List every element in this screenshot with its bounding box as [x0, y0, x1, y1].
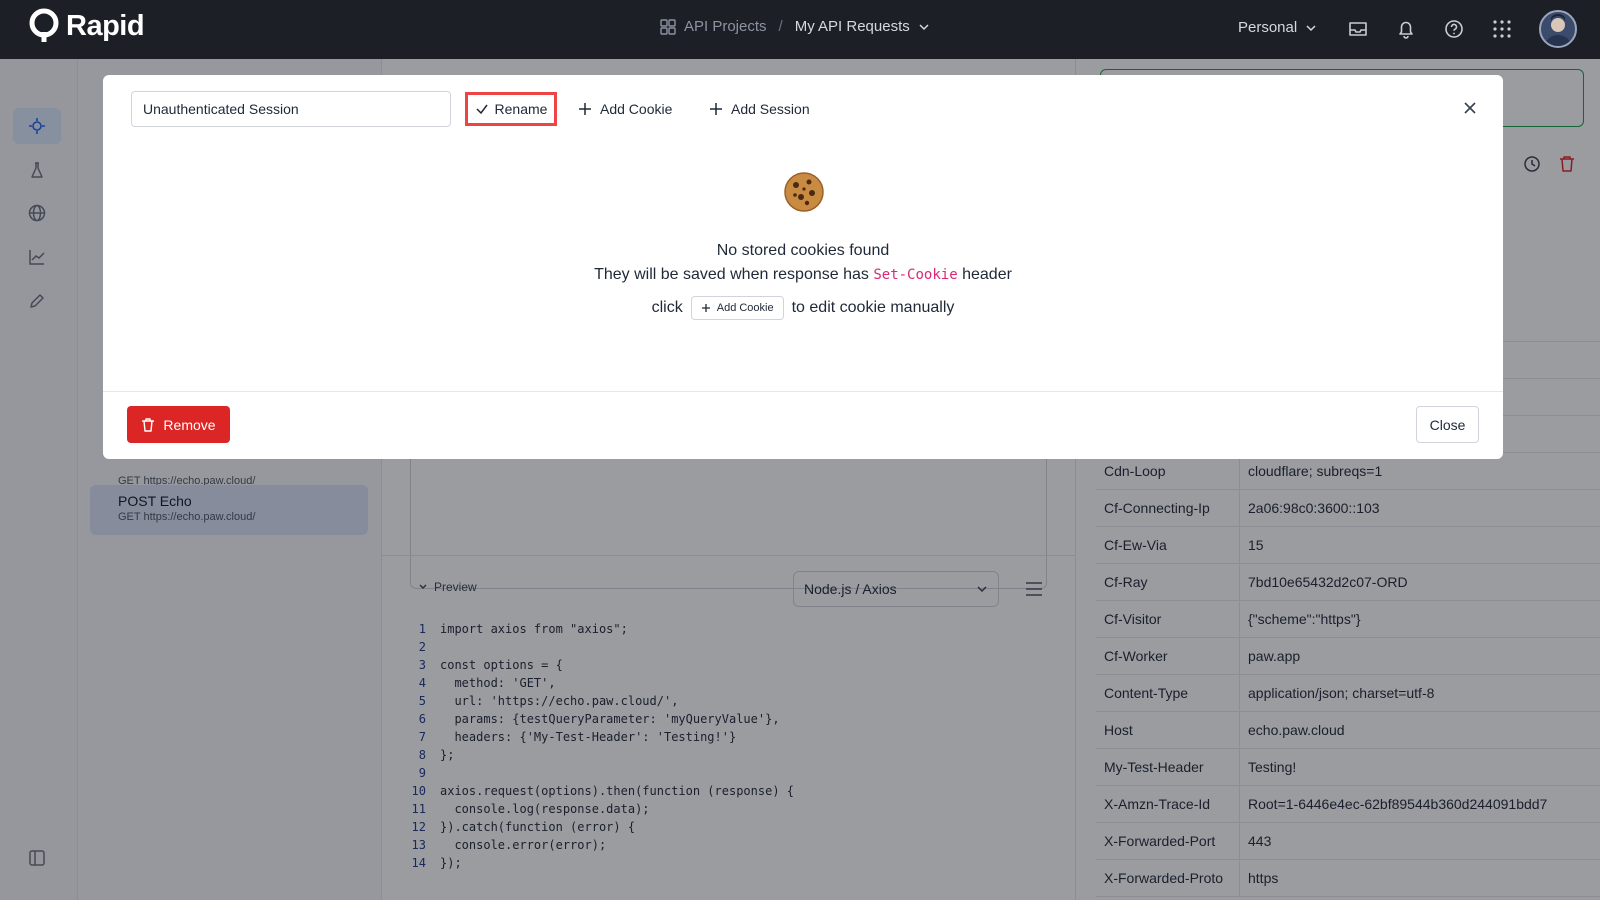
bell-icon[interactable] [1394, 17, 1418, 41]
plus-icon [579, 103, 591, 115]
modal-footer-divider [103, 391, 1503, 392]
close-button[interactable]: Close [1416, 406, 1479, 443]
session-name-input[interactable] [131, 91, 451, 127]
help-icon[interactable] [1442, 17, 1466, 41]
remove-label: Remove [163, 416, 216, 433]
workspace-selector[interactable]: Personal [1238, 19, 1317, 36]
brand-logo[interactable]: Rapid [28, 8, 145, 44]
inline-add-cookie-button[interactable]: Add Cookie [690, 296, 784, 320]
avatar-icon [1545, 14, 1571, 46]
grid-icon [660, 18, 676, 35]
empty-state-title: No stored cookies found [716, 242, 890, 259]
brand-name: Rapid [66, 9, 145, 42]
rapid-logo-icon [29, 8, 59, 42]
empty-sub-before: They will be saved when response has [594, 266, 869, 283]
set-cookie-code: Set-Cookie [873, 267, 958, 283]
crumb-my-api-requests[interactable]: My API Requests [795, 18, 930, 35]
plus-icon [701, 304, 710, 312]
hint-after: to edit cookie manually [791, 299, 955, 316]
close-label: Close [1429, 416, 1466, 433]
trash-icon [142, 417, 155, 432]
crumb-projects-label: API Projects [684, 18, 767, 35]
chevron-down-icon [919, 23, 929, 30]
inline-add-cookie-label: Add Cookie [716, 302, 774, 314]
breadcrumb: API Projects / My API Requests [660, 18, 930, 35]
empty-sub-after: header [962, 266, 1012, 283]
crumb-separator: / [778, 18, 783, 35]
add-cookie-button[interactable]: Add Cookie [578, 92, 672, 126]
apps-grid-icon[interactable] [1490, 17, 1514, 41]
hint-before: click [651, 299, 683, 316]
check-icon [476, 104, 488, 115]
cookie-icon [784, 172, 824, 212]
crumb-requests-label: My API Requests [794, 18, 910, 35]
empty-state-subtitle: They will be saved when response has Set… [103, 266, 1503, 284]
crumb-api-projects[interactable]: API Projects [660, 18, 767, 35]
top-bar: Rapid API Projects / My API Requests Per… [0, 0, 1600, 59]
empty-state-hint: click Add Cookie to edit cookie manually [103, 296, 1503, 320]
workspace-label: Personal [1238, 19, 1298, 36]
user-avatar[interactable] [1539, 10, 1577, 48]
remove-button[interactable]: Remove [127, 406, 230, 443]
plus-icon [710, 103, 722, 115]
rename-button[interactable]: Rename [465, 92, 557, 126]
add-cookie-label: Add Cookie [600, 101, 673, 117]
inbox-icon[interactable] [1346, 17, 1370, 41]
rename-label: Rename [494, 101, 548, 117]
chevron-down-icon [1306, 24, 1316, 31]
add-session-button[interactable]: Add Session [709, 92, 810, 126]
cookie-session-modal: Rename Add Cookie Add Session No stored … [103, 75, 1503, 459]
add-session-label: Add Session [731, 101, 810, 117]
close-icon[interactable] [1461, 99, 1479, 117]
